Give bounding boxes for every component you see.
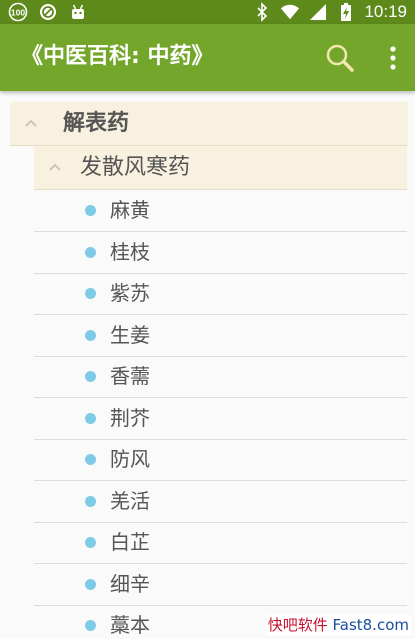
category-subgroup-row[interactable]: 发散风寒药 [34, 146, 407, 190]
bullet-dot-icon [85, 454, 96, 465]
herb-list-item[interactable]: 细辛 [34, 564, 407, 606]
herb-name: 麻黄 [110, 198, 150, 222]
bluetooth-icon [252, 2, 272, 22]
herb-name: 生姜 [110, 322, 150, 347]
watermark-site: Fast8.com [327, 616, 410, 634]
watermark: 快吧软件 Fast8.com [265, 615, 411, 635]
herb-list-item[interactable]: 生姜 [34, 315, 407, 357]
category-group-label: 解表药 [63, 111, 130, 136]
herb-list-item[interactable]: 紫苏 [34, 273, 407, 315]
status-bar: 100 10:19 [0, 0, 415, 24]
status-right-icons: 10:19 [252, 1, 407, 23]
app-bar: 《中医百科: 中药》 [0, 24, 415, 91]
bullet-dot-icon [85, 537, 96, 548]
herb-name: 白芷 [110, 530, 150, 554]
bullet-dot-icon [85, 205, 96, 216]
battery-100-icon: 100 [8, 2, 28, 22]
android-icon [68, 2, 88, 22]
herb-name: 细辛 [110, 571, 150, 596]
herb-name: 羌活 [110, 488, 150, 513]
blocked-icon [38, 2, 58, 22]
herb-name: 紫苏 [110, 281, 150, 305]
search-icon [326, 44, 354, 72]
bullet-dot-icon [85, 620, 96, 631]
herb-list-item[interactable]: 麻黄 [34, 190, 407, 232]
bullet-dot-icon [85, 412, 96, 424]
herb-name: 桂枝 [110, 239, 150, 264]
herb-list-item[interactable]: 白芷 [34, 522, 407, 564]
signal-icon [308, 2, 328, 22]
bullet-dot-icon [85, 578, 96, 590]
herb-list-item[interactable]: 桂枝 [34, 232, 407, 274]
herb-name: 荆芥 [110, 405, 150, 430]
chevron-up-icon [25, 119, 37, 127]
status-left-icons: 100 [8, 2, 88, 22]
herb-name: 防风 [110, 447, 150, 471]
watermark-brand: 快吧软件 [267, 616, 328, 634]
search-button[interactable] [324, 42, 356, 74]
herb-name: 藁本 [110, 613, 150, 637]
herb-list-item[interactable]: 防风 [34, 439, 407, 481]
chevron-up-icon [49, 163, 61, 171]
bullet-dot-icon [85, 246, 96, 258]
overflow-menu-button[interactable] [382, 44, 404, 72]
category-subgroup-label: 发散风寒药 [80, 155, 191, 180]
wifi-icon [280, 2, 300, 22]
status-time: 10:19 [364, 2, 407, 21]
more-vert-icon [390, 46, 396, 70]
herb-list-item[interactable]: 荆芥 [34, 398, 407, 440]
app-screen: 100 10:19 《中医百科: 中药》 解表药 发散风寒药 麻黄 桂枝 紫苏 … [0, 0, 415, 639]
bullet-dot-icon [85, 329, 96, 341]
app-title: 《中医百科: 中药》 [21, 44, 214, 69]
herb-list-item[interactable]: 香薷 [34, 356, 407, 398]
herb-list-item[interactable]: 羌活 [34, 481, 407, 523]
bullet-dot-icon [85, 495, 96, 507]
battery-charging-icon [336, 2, 356, 22]
bullet-dot-icon [85, 371, 96, 382]
herb-name: 香薷 [110, 364, 150, 388]
bullet-dot-icon [85, 288, 96, 299]
category-group-row[interactable]: 解表药 [10, 102, 408, 146]
svg-text:100: 100 [11, 8, 25, 18]
